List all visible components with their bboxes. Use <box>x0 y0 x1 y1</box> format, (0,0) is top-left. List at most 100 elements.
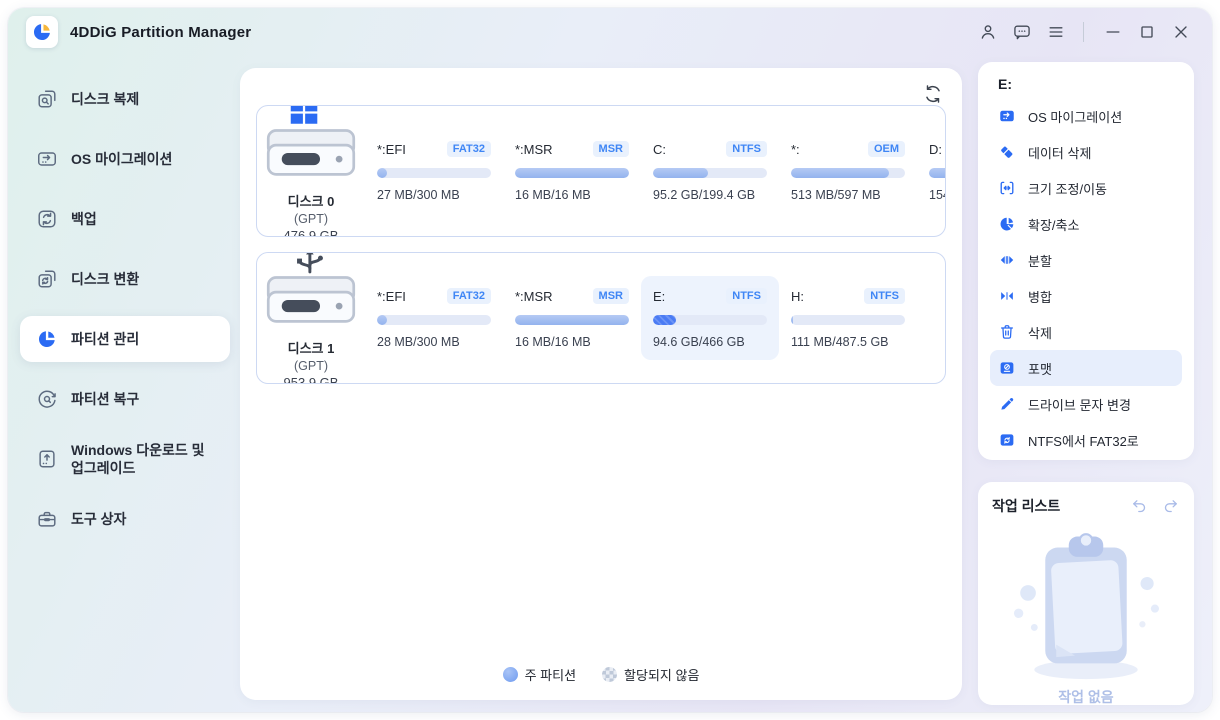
resize-move-icon <box>998 179 1016 197</box>
partition-usage-text: 94.6 GB/466 GB <box>653 335 767 349</box>
sidebar-item-disk-convert[interactable]: 디스크 변환 <box>20 256 230 302</box>
partition-msr[interactable]: *:MSRMSR16 MB/16 MB <box>503 276 641 360</box>
ops-item-format[interactable]: 포맷 <box>990 350 1182 386</box>
undo-icon[interactable] <box>1130 496 1150 516</box>
usage-bar-fill <box>515 168 629 178</box>
extend-shrink-icon <box>998 215 1016 233</box>
maximize-button[interactable] <box>1134 19 1160 45</box>
change-letter-icon <box>998 395 1016 413</box>
sidebar-item-os-migration[interactable]: OS 마이그레이션 <box>20 136 230 182</box>
partition-usage-text: 154 <box>929 188 945 202</box>
menu-icon[interactable] <box>1043 19 1069 45</box>
usb-disk-icon <box>257 252 365 336</box>
erase-icon <box>998 143 1016 161</box>
disk-partition-scheme: (GPT) <box>257 359 365 373</box>
partition-header: *:OEM <box>791 140 905 158</box>
sidebar-item-toolbox[interactable]: 도구 상자 <box>20 496 230 542</box>
disk-convert-icon <box>36 268 58 290</box>
filesystem-badge: NTFS <box>864 288 905 304</box>
windows-upgrade-icon <box>36 448 58 470</box>
primary-swatch-icon <box>503 667 518 682</box>
delete-icon <box>998 323 1016 341</box>
disk-name: 디스크 0 <box>257 191 365 210</box>
partition-label: C: <box>653 142 666 157</box>
partition-msr[interactable]: *:MSRMSR 16 MB/16 MB <box>503 129 641 213</box>
legend-item-unallocated: 할당되지 않음 <box>602 665 699 684</box>
partition-label: D: <box>929 142 942 157</box>
filesystem-badge: OEM <box>868 141 905 157</box>
os-migration-icon <box>36 148 58 170</box>
partition-oem[interactable]: *:OEM513 MB/597 MB <box>779 129 917 213</box>
usage-bar <box>377 315 491 325</box>
filesystem-badge: NTFS <box>726 141 767 157</box>
ops-item-os-migration[interactable]: OS 마이그레이션 <box>990 98 1182 134</box>
partition-operations-panel: E: OS 마이그레이션데이터 삭제크기 조정/이동확장/축소분할병합삭제포맷드… <box>978 62 1194 460</box>
partition-c[interactable]: C:NTFS95.2 GB/199.4 GB <box>641 129 779 213</box>
disk-info-1[interactable]: 디스크 1 (GPT) 953.9 GB <box>257 252 365 384</box>
usage-bar <box>377 168 491 178</box>
ops-item-label: 포맷 <box>1028 359 1052 378</box>
close-button[interactable] <box>1168 19 1194 45</box>
ops-item-ntfs-to-fat32[interactable]: NTFS에서 FAT32로 <box>990 422 1182 458</box>
sidebar-item-partition-recovery[interactable]: 파티션 복구 <box>20 376 230 422</box>
ops-item-delete[interactable]: 삭제 <box>990 314 1182 350</box>
partition-d[interactable]: D: 154 <box>917 129 945 213</box>
partition-efi[interactable]: *:EFIFAT3227 MB/300 MB <box>365 129 503 213</box>
filesystem-badge: NTFS <box>726 288 767 304</box>
disk-size: 476.9 GB <box>257 228 365 237</box>
usage-bar <box>653 315 767 325</box>
ops-item-merge[interactable]: 병합 <box>990 278 1182 314</box>
disk-info-0[interactable]: 디스크 0 (GPT) 476.9 GB <box>257 105 365 237</box>
unallocated-swatch-icon <box>602 667 617 682</box>
ops-item-change-drive-letter[interactable]: 드라이브 문자 변경 <box>990 386 1182 422</box>
ops-item-label: 삭제 <box>1028 323 1052 342</box>
ops-item-data-erase[interactable]: 데이터 삭제 <box>990 134 1182 170</box>
partition-header: *:MSRMSR <box>515 140 629 158</box>
partition-list-panel: 디스크 0 (GPT) 476.9 GB *:EFIFAT3227 MB/300 MB… <box>240 68 962 700</box>
disk-size: 953.9 GB <box>257 375 365 384</box>
sidebar-item-partition-manager[interactable]: 파티션 관리 <box>20 316 230 362</box>
filesystem-badge: MSR <box>593 288 629 304</box>
disk-partition-scheme: (GPT) <box>257 212 365 226</box>
usage-bar-fill <box>791 315 793 325</box>
usage-bar-fill <box>791 168 889 178</box>
redo-icon[interactable] <box>1160 496 1180 516</box>
usage-bar <box>791 315 905 325</box>
sidebar-item-label: 디스크 변환 <box>71 270 139 288</box>
partition-header: *:EFIFAT32 <box>377 287 491 305</box>
usage-bar <box>515 315 629 325</box>
ops-item-label: OS 마이그레이션 <box>1028 107 1122 126</box>
partition-usage-text: 16 MB/16 MB <box>515 188 629 202</box>
ops-item-resize-move[interactable]: 크기 조정/이동 <box>990 170 1182 206</box>
legend-label: 주 파티션 <box>525 665 576 684</box>
titlebar-actions <box>967 19 1194 45</box>
minimize-button[interactable] <box>1100 19 1126 45</box>
partition-e[interactable]: E: NTFS 94.6 GB/466 GB <box>641 276 779 360</box>
partition-h[interactable]: H:NTFS111 MB/487.5 GB <box>779 276 917 360</box>
app-window: 4DDiG Partition Manager 디스크 복제 OS 마이그레이션백… <box>8 8 1212 712</box>
usage-bar-fill <box>653 168 708 178</box>
sidebar-item-disk-clone[interactable]: 디스크 복제 <box>20 76 230 122</box>
sidebar-item-label: OS 마이그레이션 <box>71 150 172 168</box>
partition-usage-text: 111 MB/487.5 GB <box>791 335 905 349</box>
titlebar: 4DDiG Partition Manager <box>8 8 1212 56</box>
sidebar-item-label: 파티션 관리 <box>71 330 139 348</box>
ops-item-split[interactable]: 분할 <box>990 242 1182 278</box>
sidebar-item-backup[interactable]: 백업 <box>20 196 230 242</box>
partition-strip: *:EFIFAT3227 MB/300 MB *:MSRMSR 16 MB/16 M… <box>365 129 945 213</box>
ops-item-extend-shrink[interactable]: 확장/축소 <box>990 206 1182 242</box>
feedback-icon[interactable] <box>1009 19 1035 45</box>
ops-item-label: 데이터 삭제 <box>1028 143 1091 162</box>
ops-item-label: 크기 조정/이동 <box>1028 179 1107 198</box>
disk-name: 디스크 1 <box>257 338 365 357</box>
usage-bar <box>791 168 905 178</box>
partition-efi[interactable]: *:EFIFAT3228 MB/300 MB <box>365 276 503 360</box>
sidebar-item-windows-download-upgrade[interactable]: Windows 다운로드 및 업그레이드 <box>20 436 230 482</box>
sidebar-item-label: Windows 다운로드 및 업그레이드 <box>71 441 220 477</box>
partition-label: E: <box>653 289 665 304</box>
account-icon[interactable] <box>975 19 1001 45</box>
refresh-button[interactable] <box>920 81 946 107</box>
partition-label: *:EFI <box>377 142 406 157</box>
usage-bar-fill <box>515 315 629 325</box>
ops-item-label: 병합 <box>1028 287 1052 306</box>
